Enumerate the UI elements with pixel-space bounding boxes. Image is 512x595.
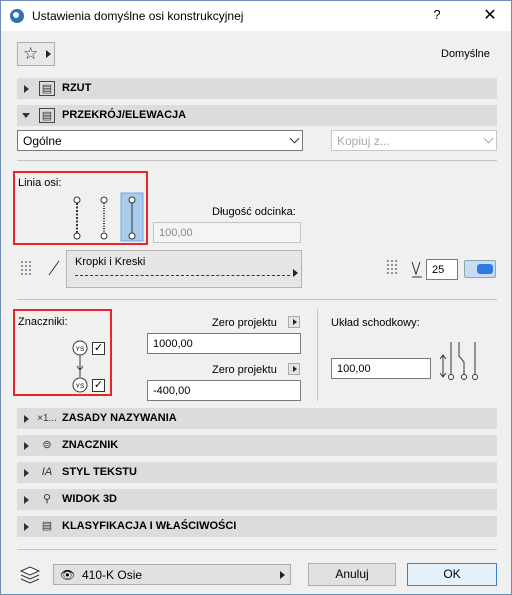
project-zero-value-1: 1000,00 xyxy=(153,338,193,350)
favorites-button[interactable]: ☆ xyxy=(17,42,55,66)
project-zero-menu-1[interactable] xyxy=(288,316,300,328)
stagger-input[interactable]: 100,00 xyxy=(331,358,431,379)
vertical-divider xyxy=(317,309,318,401)
section-styl-tekstu[interactable]: IA STYL TEKSTU xyxy=(17,462,497,483)
star-icon: ☆ xyxy=(23,44,39,63)
copy-from-placeholder: Kopiuj z... xyxy=(337,134,390,148)
section-label: WIDOK 3D xyxy=(62,493,117,505)
divider xyxy=(17,299,497,300)
arrow-right-icon xyxy=(293,269,298,277)
divider xyxy=(17,549,497,550)
line-type-icon xyxy=(21,260,60,276)
layers-icon xyxy=(19,566,41,584)
title-bar: Ustawienia domyślne osi konstrukcyjnej ?… xyxy=(1,1,511,31)
line-type-picker[interactable]: Kropki i Kreski xyxy=(66,250,302,288)
close-button[interactable]: ✕ xyxy=(482,5,498,25)
stagger-label: Układ schodkowy: xyxy=(331,317,420,329)
default-label: Domyślne xyxy=(441,48,490,60)
divider xyxy=(17,160,497,161)
section-label: ZNACZNIK xyxy=(62,439,119,451)
project-zero-input-1[interactable]: 1000,00 xyxy=(147,333,301,354)
app-icon xyxy=(10,9,24,23)
section-view-icon: ▤ xyxy=(39,108,55,123)
section-label: RZUT xyxy=(62,82,92,94)
arrow-right-icon xyxy=(46,50,51,58)
classification-icon: ▤ xyxy=(41,520,53,532)
chevron-right-icon xyxy=(24,496,29,504)
window-title: Ustawienia domyślne osi konstrukcyjnej xyxy=(32,9,244,23)
copy-from-select[interactable]: Kopiuj z... xyxy=(331,130,497,151)
cancel-button[interactable]: Anuluj xyxy=(308,563,396,586)
ok-button[interactable]: OK xyxy=(407,563,497,586)
chevron-right-icon xyxy=(24,523,29,531)
chevron-down-icon xyxy=(22,113,30,118)
view-3d-icon: ⚲ xyxy=(42,493,52,505)
layer-select-value: 410-K Osie xyxy=(82,568,143,582)
axis-line-options xyxy=(73,192,144,242)
pen-number-value: 25 xyxy=(432,264,445,276)
project-zero-label-2: Zero projektu xyxy=(212,364,277,376)
chevron-right-icon xyxy=(24,442,29,450)
axis-option-full[interactable] xyxy=(73,196,81,240)
dropdown-icon xyxy=(289,133,300,144)
view-select[interactable]: Ogólne xyxy=(17,130,303,151)
line-type-name: Kropki i Kreski xyxy=(75,256,146,268)
chevron-right-icon xyxy=(24,415,29,423)
section-label: STYL TEKSTU xyxy=(62,466,137,478)
marker-icon: ⊜ xyxy=(42,439,52,451)
project-zero-label-1: Zero projektu xyxy=(212,317,277,329)
section-label: ZASADY NAZYWANIA xyxy=(62,412,177,424)
naming-icon: ×1... xyxy=(37,413,57,424)
stagger-icon xyxy=(439,342,478,380)
line-type-preview xyxy=(75,275,290,276)
axis-option-zigzag[interactable] xyxy=(100,196,108,240)
eye-icon: 👁 xyxy=(60,568,76,582)
marker-bottom-checkbox[interactable]: ✓ xyxy=(92,379,105,392)
dropdown-icon xyxy=(483,133,494,144)
section-zasady-nazywania[interactable]: ×1... ZASADY NAZYWANIA xyxy=(17,408,497,429)
help-button[interactable]: ? xyxy=(429,7,445,25)
pen-color-toggle[interactable] xyxy=(464,260,496,278)
section-rzut[interactable]: ▤ RZUT xyxy=(17,78,497,99)
chevron-right-icon xyxy=(24,469,29,477)
chevron-right-icon xyxy=(24,85,29,93)
marker-top-checkbox[interactable]: ✓ xyxy=(92,342,105,355)
arrow-right-icon xyxy=(280,571,285,579)
plan-view-icon: ▤ xyxy=(39,81,55,96)
project-zero-input-2[interactable]: -400,00 xyxy=(147,380,301,401)
marker-text-bottom: YS xyxy=(76,383,85,390)
section-widok-3d[interactable]: ⚲ WIDOK 3D xyxy=(17,489,497,510)
project-zero-menu-2[interactable] xyxy=(288,363,300,375)
text-style-icon: IA xyxy=(41,466,53,478)
axis-option-short-selected[interactable] xyxy=(120,192,144,242)
marker-text-top: YS xyxy=(76,346,85,353)
pen-number-input[interactable]: 25 xyxy=(426,259,458,280)
segment-length-label: Długość odcinka: xyxy=(212,206,296,218)
segment-length-input[interactable]: 100,00 xyxy=(153,222,301,243)
layer-select[interactable]: 👁 410-K Osie xyxy=(53,564,291,585)
section-label: PRZEKRÓJ/ELEWACJA xyxy=(62,109,187,121)
view-select-value: Ogólne xyxy=(23,134,62,148)
section-label: KLASYFIKACJA I WŁAŚCIWOŚCI xyxy=(62,520,237,532)
markers-label: Znaczniki: xyxy=(18,316,68,328)
pen-icon xyxy=(387,260,422,278)
section-znacznik[interactable]: ⊜ ZNACZNIK xyxy=(17,435,497,456)
segment-length-value: 100,00 xyxy=(159,227,193,239)
section-klasyfikacja[interactable]: ▤ KLASYFIKACJA I WŁAŚCIWOŚCI xyxy=(17,516,497,537)
project-zero-value-2: -400,00 xyxy=(153,385,191,397)
section-przekroj[interactable]: ▤ PRZEKRÓJ/ELEWACJA xyxy=(17,105,497,126)
dialog-window: Ustawienia domyślne osi konstrukcyjnej ?… xyxy=(0,0,512,595)
axis-line-label: Linia osi: xyxy=(18,177,62,189)
stagger-value: 100,00 xyxy=(337,363,371,375)
